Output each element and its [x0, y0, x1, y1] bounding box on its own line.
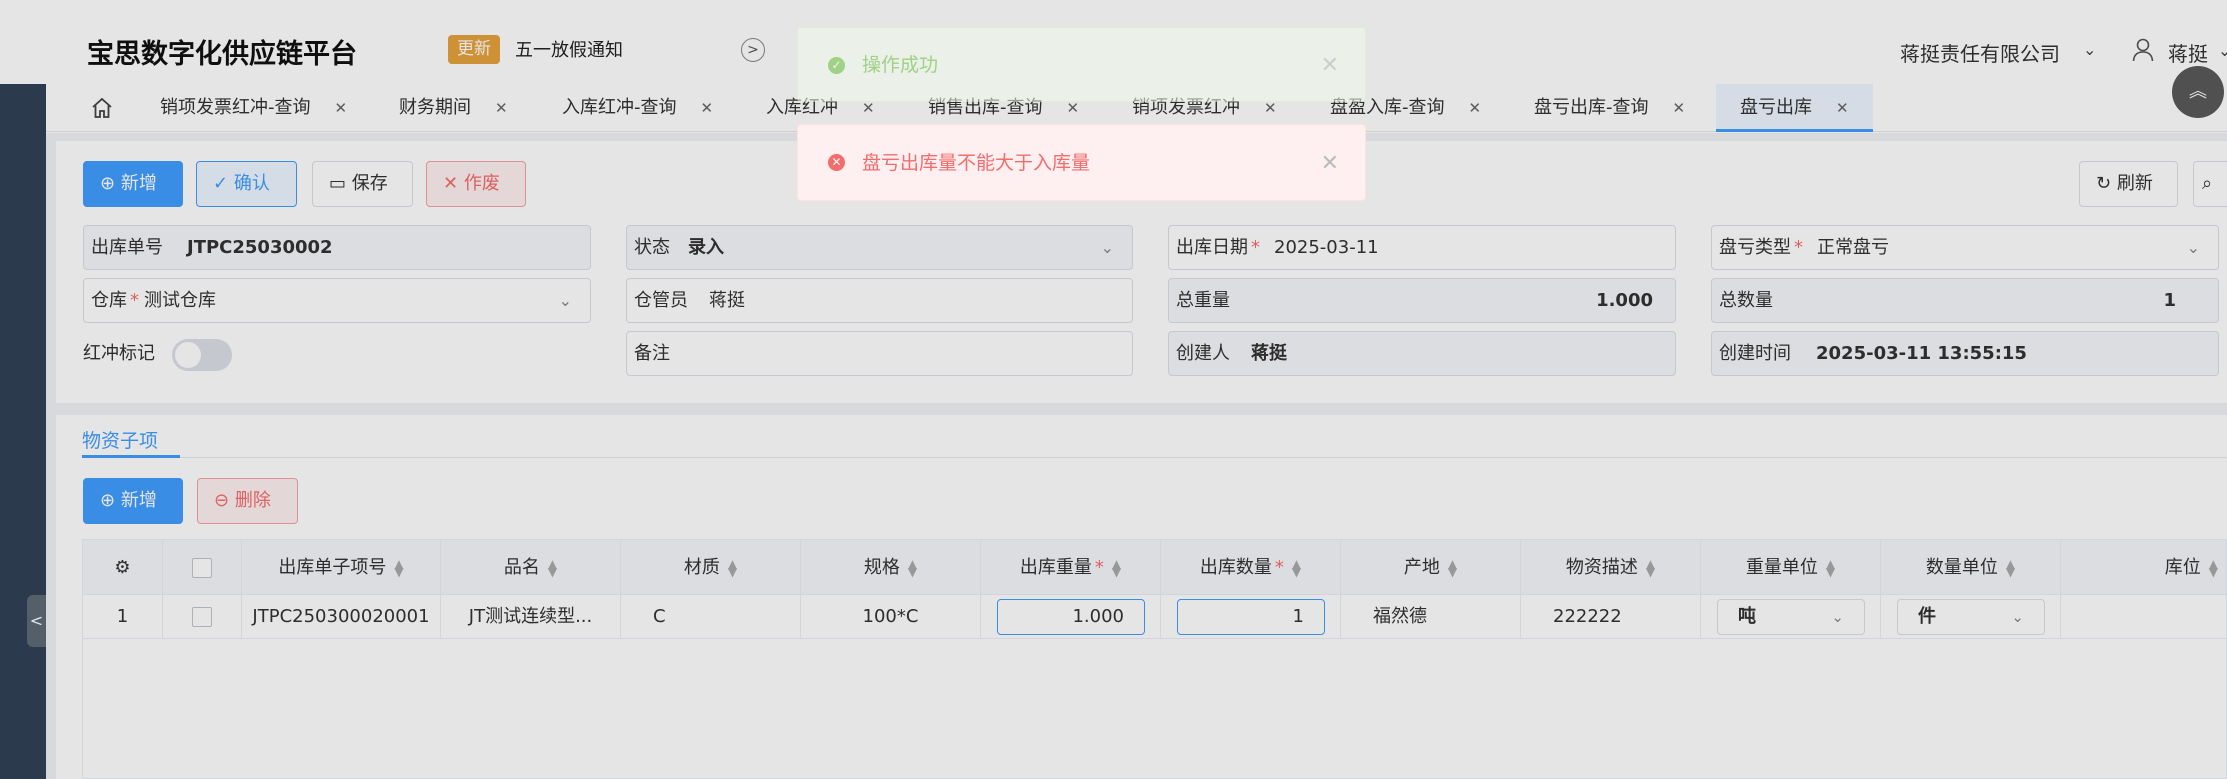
- close-icon[interactable]: ✕: [1321, 125, 1339, 202]
- dim-overlay: [0, 0, 2227, 779]
- success-toast: ✓ 操作成功 ✕: [797, 27, 1366, 102]
- success-icon: ✓: [828, 57, 845, 74]
- error-toast: ✕ 盘亏出库量不能大于入库量 ✕: [797, 124, 1366, 201]
- close-icon[interactable]: ✕: [1321, 28, 1339, 103]
- error-icon: ✕: [828, 154, 845, 171]
